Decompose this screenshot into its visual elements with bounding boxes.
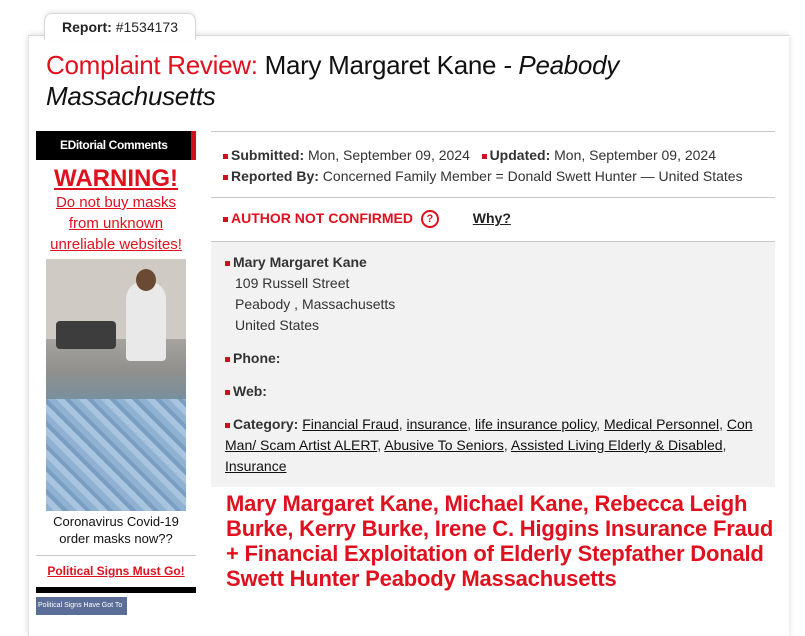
editorial-header: EDitorial Comments [36,131,196,160]
bullet-icon [223,153,228,159]
warning-ad[interactable]: WARNING! Do not buy masks from unknown u… [36,166,196,547]
phone-label: Phone: [233,350,281,366]
photo-caption: Coronavirus Covid-19 order masks now?? [36,513,196,547]
address-name: Mary Margaret Kane [233,254,367,270]
reported-by-label: Reported By: [231,168,319,184]
author-status: AUTHOR NOT CONFIRMED [231,210,413,226]
bullet-icon [223,174,228,180]
category-link[interactable]: life insurance policy [475,416,596,432]
page-title: Complaint Review: Mary Margaret Kane - P… [46,50,766,112]
updated-label: Updated: [489,147,551,163]
sidebar-divider [36,555,196,556]
report-number: #1534173 [115,19,178,35]
caption-line-1: Coronavirus Covid-19 [53,514,179,529]
web-row: Web: [225,381,765,402]
updated-value: Mon, September 09, 2024 [554,147,717,163]
author-row: AUTHOR NOT CONFIRMED ? Why? [211,197,775,241]
category-link[interactable]: insurance [407,416,468,432]
phone-row: Phone: [225,348,765,369]
address-city: Peabody , Massachusetts [235,296,396,312]
complaint-headline: Mary Margaret Kane, Michael Kane, Rebecc… [226,491,774,591]
complaint-info-panel: Submitted: Mon, September 09, 2024 Updat… [211,131,775,487]
caption-line-2: order masks now?? [59,531,173,546]
submitted-value: Mon, September 09, 2024 [308,147,470,163]
political-signs-thumbnail[interactable]: Political Signs Have Got To Go [36,597,127,627]
why-link[interactable]: Why? [473,210,511,226]
category-link[interactable]: Insurance [225,458,286,474]
address-street: 109 Russell Street [235,275,350,291]
report-label: Report: [62,19,112,35]
warning-line-2[interactable]: from unknown [36,213,196,234]
bullet-icon [223,216,228,222]
address-name-line: Mary Margaret Kane [225,252,765,273]
category-row: Category: Financial Fraud, insurance, li… [225,416,753,474]
help-icon[interactable]: ? [420,210,439,229]
bullet-icon [481,153,487,159]
bullet-icon [225,260,230,266]
political-signs-link[interactable]: Political Signs Must Go! [36,564,196,578]
report-tab: Report: #1534173 [44,13,196,40]
warning-title[interactable]: WARNING! [36,166,196,192]
bullet-icon [225,422,230,428]
reported-by-value: Concerned Family Member = Donald Swett H… [322,168,743,184]
title-separator: - [496,50,519,80]
title-prefix: Complaint Review: [46,50,258,80]
political-bar [36,587,196,593]
meta-row: Submitted: Mon, September 09, 2024 Updat… [211,131,775,197]
warning-line-3[interactable]: unreliable websites! [36,234,196,255]
category-link[interactable]: Abusive To Seniors [384,437,504,453]
address-country: United States [235,317,320,333]
sidebar: EDitorial Comments WARNING! Do not buy m… [36,131,196,627]
category-link[interactable]: Financial Fraud [302,416,399,432]
category-link[interactable]: Assisted Living Elderly & Disabled [511,437,723,453]
bullet-icon [225,389,230,395]
address-box: Mary Margaret Kane 109 Russell Street Pe… [211,241,775,487]
category-link[interactable]: Medical Personnel [604,416,719,432]
dates-line: Submitted: Mon, September 09, 2024 Updat… [223,145,775,166]
submitted-label: Submitted: [231,147,305,163]
bullet-icon [225,356,230,362]
category-label: Category: [233,416,299,432]
reported-by-line: Reported By: Concerned Family Member = D… [223,166,775,187]
mask-factory-photo[interactable] [46,259,186,511]
warning-line-1[interactable]: Do not buy masks [36,192,196,213]
web-label: Web: [233,383,267,399]
title-name: Mary Margaret Kane [264,50,497,80]
